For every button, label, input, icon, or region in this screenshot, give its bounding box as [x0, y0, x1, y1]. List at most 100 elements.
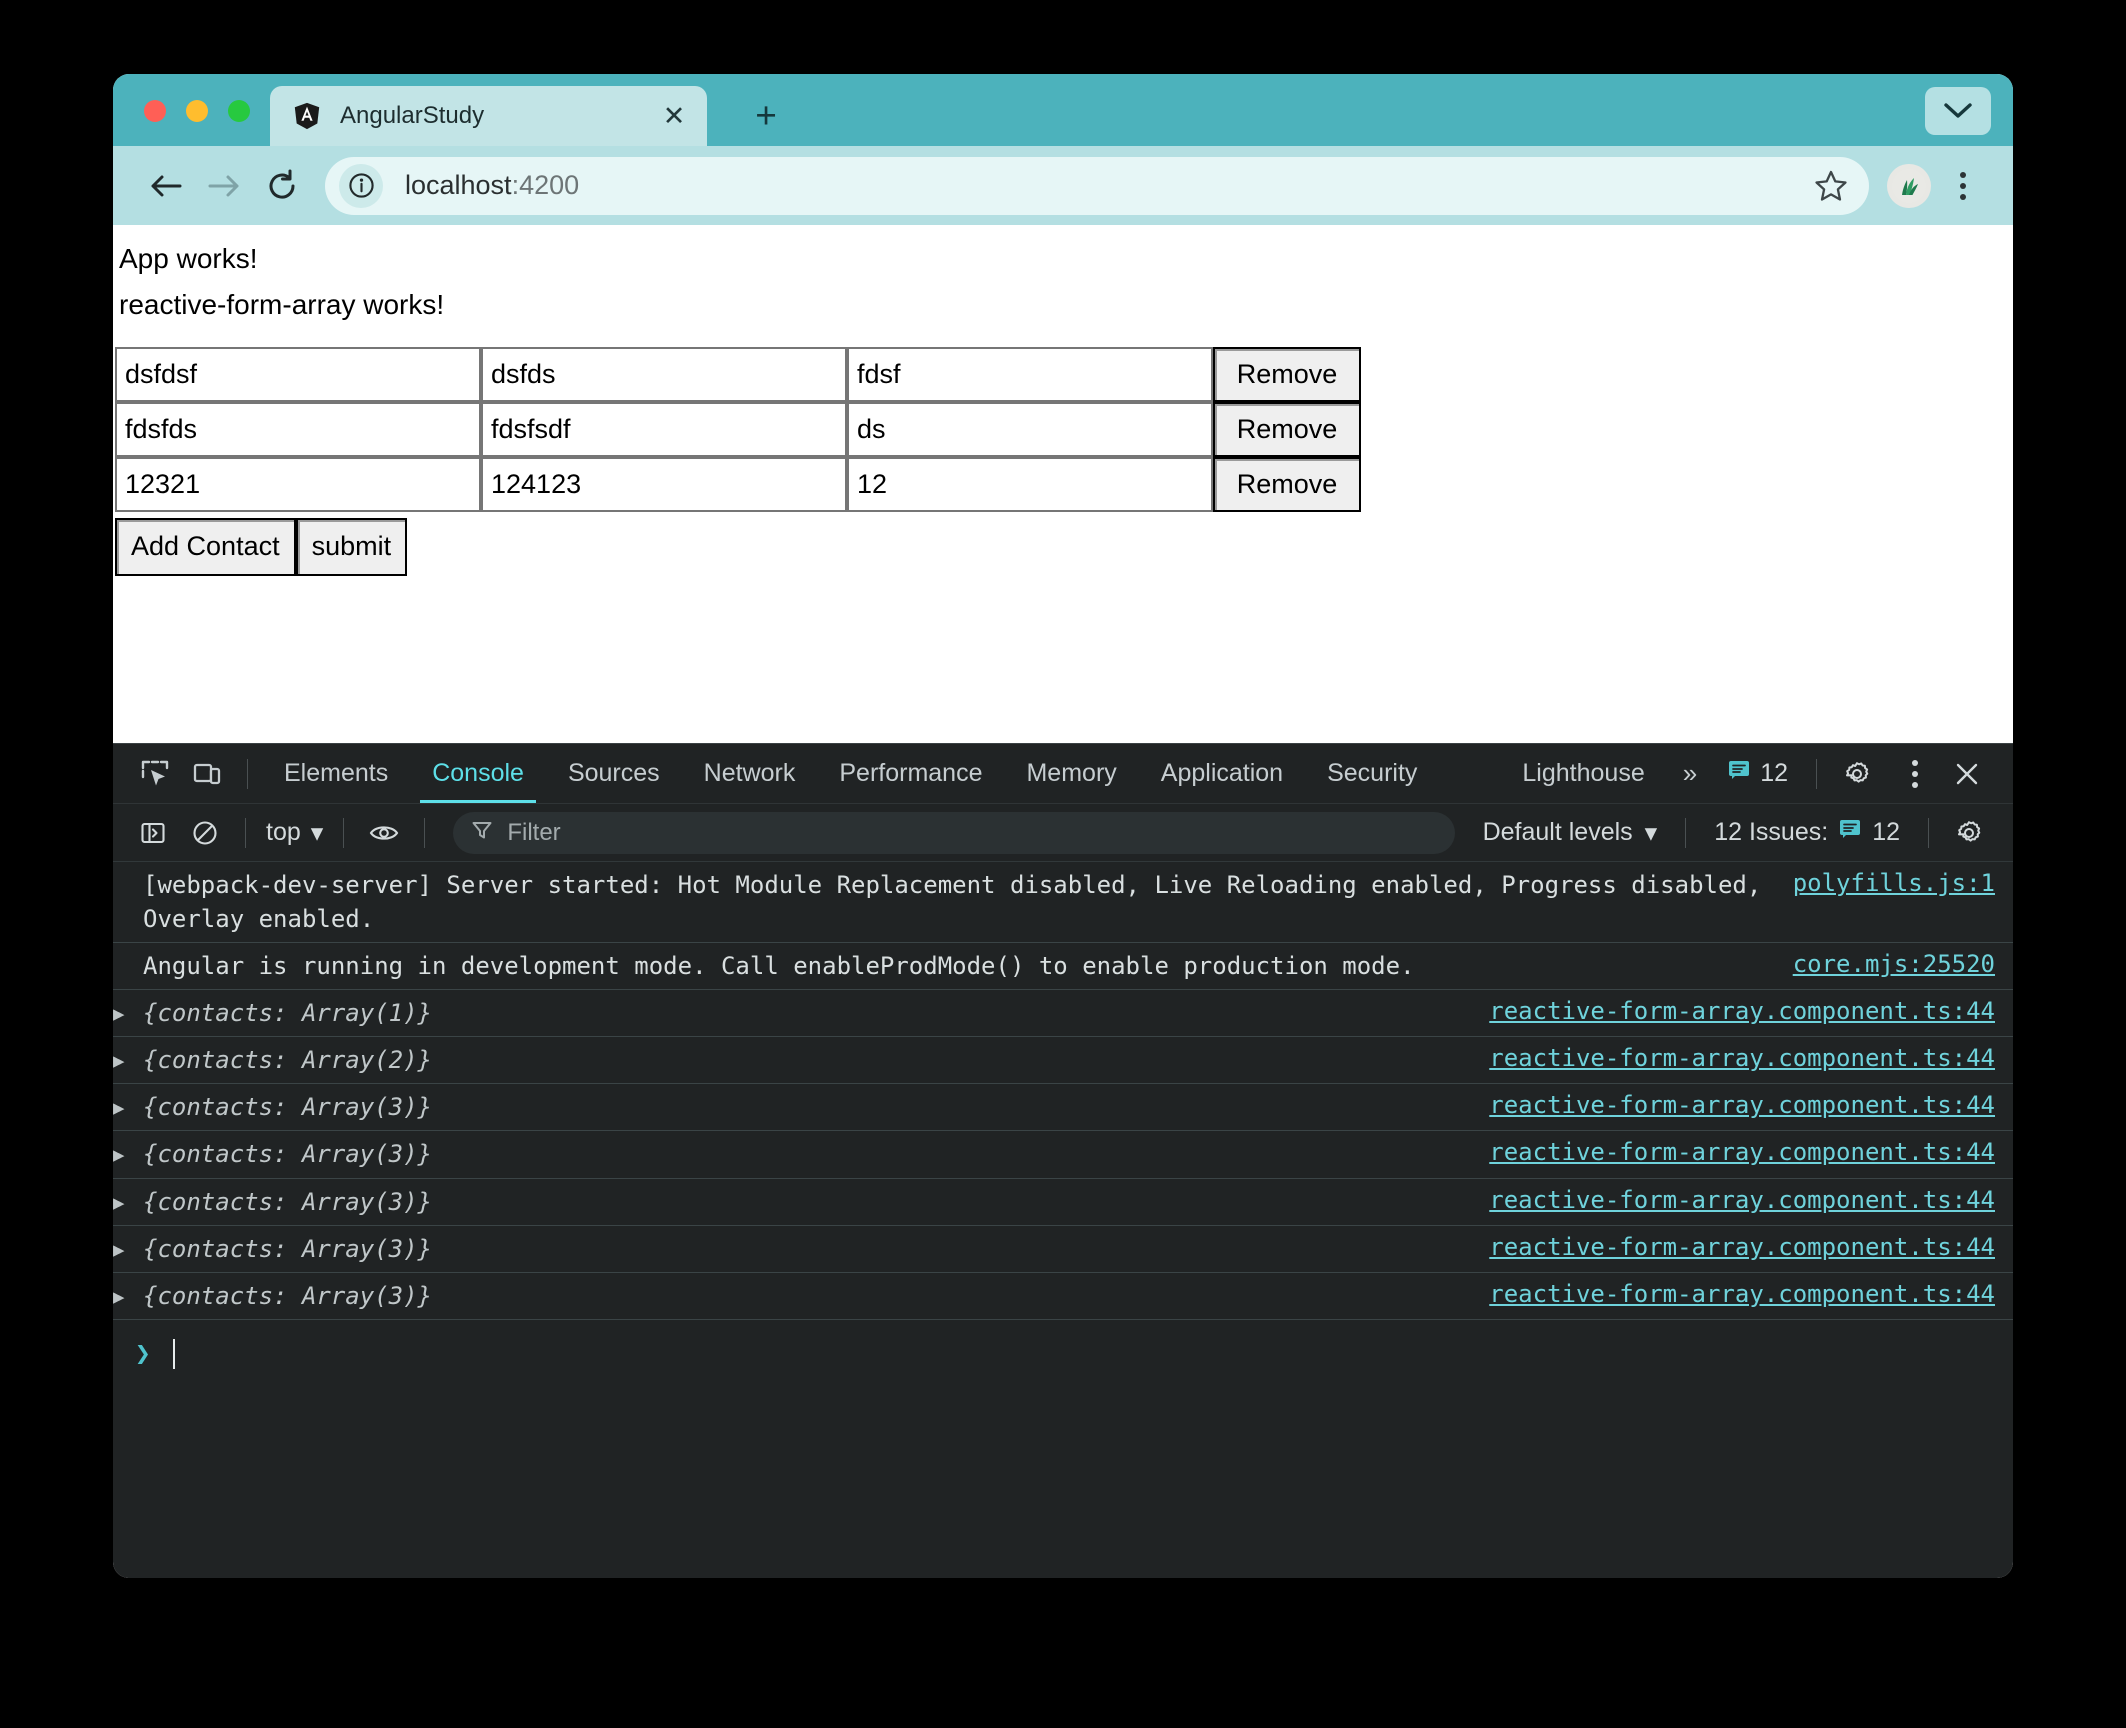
chevron-down-icon: [1943, 102, 1973, 120]
close-window-button[interactable]: [144, 100, 166, 122]
reload-icon: [265, 169, 299, 203]
filter-placeholder: Filter: [507, 819, 560, 847]
devtools-more-options-button[interactable]: [1889, 748, 1941, 800]
gear-icon[interactable]: [1831, 751, 1883, 797]
contact-field-third[interactable]: [847, 402, 1213, 457]
clear-console-icon[interactable]: [179, 810, 231, 856]
console-message-text: {contacts: Array(2)}: [139, 1043, 1465, 1077]
console-sidebar-icon[interactable]: [127, 810, 179, 856]
tab-console[interactable]: Console: [410, 745, 546, 803]
tab-lighthouse[interactable]: Lighthouse: [1500, 745, 1666, 803]
text-caret: [173, 1339, 175, 1369]
log-levels-label: Default levels: [1483, 818, 1633, 847]
console-prompt[interactable]: ❯: [113, 1320, 2013, 1376]
prompt-chevron-icon: ❯: [135, 1339, 173, 1369]
issues-icon: [1838, 817, 1862, 848]
contact-field-first[interactable]: [115, 402, 481, 457]
console-message-text: {contacts: Array(3)}: [139, 1232, 1465, 1266]
console-message-text: Angular is running in development mode. …: [139, 949, 1769, 983]
console-message[interactable]: ▶ {contacts: Array(3)} reactive-form-arr…: [113, 1226, 2013, 1273]
remove-button[interactable]: Remove: [1213, 347, 1361, 402]
console-message[interactable]: ▶ {contacts: Array(3)} reactive-form-arr…: [113, 1131, 2013, 1178]
tab-sources[interactable]: Sources: [546, 745, 682, 803]
browser-tab[interactable]: AngularStudy ✕: [270, 86, 707, 146]
browser-menu-button[interactable]: [1937, 160, 1989, 212]
filter-input[interactable]: Filter: [453, 812, 1454, 854]
console-message[interactable]: ▶ {contacts: Array(3)} reactive-form-arr…: [113, 1273, 2013, 1320]
filter-icon: [471, 819, 493, 846]
tab-memory[interactable]: Memory: [1004, 745, 1138, 803]
remove-button[interactable]: Remove: [1213, 457, 1361, 512]
eye-icon[interactable]: [358, 810, 410, 856]
info-circle-icon[interactable]: [339, 164, 383, 208]
log-levels-selector[interactable]: Default levels ▾: [1469, 818, 1672, 848]
console-message-text: {contacts: Array(3)}: [139, 1090, 1465, 1124]
expand-triangle-icon[interactable]: ▶: [113, 996, 139, 1029]
tab-network[interactable]: Network: [682, 745, 818, 803]
tab-security[interactable]: Security: [1305, 745, 1439, 803]
contact-field-second[interactable]: [481, 402, 847, 457]
tab-performance[interactable]: Performance: [817, 745, 1004, 803]
tab-elements[interactable]: Elements: [262, 745, 410, 803]
console-settings-gear-icon[interactable]: [1943, 810, 1995, 856]
contact-field-first[interactable]: [115, 347, 481, 402]
profile-avatar-icon[interactable]: [1887, 164, 1931, 208]
address-bar[interactable]: localhost:4200: [325, 157, 1869, 215]
expand-triangle-icon[interactable]: ▶: [113, 1185, 139, 1218]
arrow-right-icon: [206, 171, 242, 201]
console-message-source[interactable]: reactive-form-array.component.ts:44: [1489, 1090, 1995, 1119]
expand-triangle-icon[interactable]: ▶: [113, 1279, 139, 1312]
inspect-element-icon[interactable]: [129, 751, 181, 797]
expand-triangle-icon[interactable]: ▶: [113, 1232, 139, 1265]
execution-context-selector[interactable]: top ▾: [260, 818, 329, 848]
forward-button[interactable]: [195, 157, 253, 215]
contact-field-third[interactable]: [847, 457, 1213, 512]
contact-field-third[interactable]: [847, 347, 1213, 402]
caret-down-icon: ▾: [311, 818, 324, 848]
add-contact-button[interactable]: Add Contact: [115, 518, 296, 576]
console-message-source[interactable]: reactive-form-array.component.ts:44: [1489, 1137, 1995, 1166]
console-issues-count: 12: [1872, 818, 1900, 847]
console-message[interactable]: Angular is running in development mode. …: [113, 943, 2013, 990]
contact-field-second[interactable]: [481, 457, 847, 512]
tab-search-button[interactable]: [1925, 87, 1991, 135]
console-message-source[interactable]: reactive-form-array.component.ts:44: [1489, 1232, 1995, 1261]
tab-application[interactable]: Application: [1139, 745, 1305, 803]
star-icon[interactable]: [1807, 162, 1855, 210]
new-tab-button[interactable]: +: [743, 92, 789, 138]
console-issues-link[interactable]: 12 Issues: 12: [1700, 817, 1914, 848]
contact-field-second[interactable]: [481, 347, 847, 402]
minimize-window-button[interactable]: [186, 100, 208, 122]
expand-triangle-icon[interactable]: ▶: [113, 1043, 139, 1076]
console-message-source[interactable]: core.mjs:25520: [1793, 949, 1995, 978]
close-devtools-icon[interactable]: [1941, 751, 1993, 797]
device-toolbar-icon[interactable]: [181, 751, 233, 797]
issues-badge[interactable]: 12: [1713, 758, 1802, 789]
maximize-window-button[interactable]: [228, 100, 250, 122]
expand-triangle-icon[interactable]: ▶: [113, 1137, 139, 1170]
submit-button[interactable]: submit: [296, 518, 408, 576]
console-message-source[interactable]: reactive-form-array.component.ts:44: [1489, 1279, 1995, 1308]
console-message[interactable]: ▶ {contacts: Array(3)} reactive-form-arr…: [113, 1179, 2013, 1226]
console-message-source[interactable]: reactive-form-array.component.ts:44: [1489, 1185, 1995, 1214]
double-chevron-right-icon[interactable]: »: [1667, 758, 1713, 789]
url-port: :4200: [512, 170, 580, 200]
console-message[interactable]: [webpack-dev-server] Server started: Hot…: [113, 862, 2013, 943]
back-button[interactable]: [137, 157, 195, 215]
contact-field-first[interactable]: [115, 457, 481, 512]
close-icon[interactable]: ✕: [657, 99, 691, 133]
arrow-left-icon: [148, 171, 184, 201]
console-message-source[interactable]: reactive-form-array.component.ts:44: [1489, 996, 1995, 1025]
console-message[interactable]: ▶ {contacts: Array(3)} reactive-form-arr…: [113, 1084, 2013, 1131]
divider: [424, 818, 425, 848]
console-message[interactable]: ▶ {contacts: Array(2)} reactive-form-arr…: [113, 1037, 2013, 1084]
expand-triangle-icon[interactable]: ▶: [113, 1090, 139, 1123]
console-message[interactable]: ▶ {contacts: Array(1)} reactive-form-arr…: [113, 990, 2013, 1037]
browser-window: AngularStudy ✕ +: [113, 74, 2013, 1578]
console-message-source[interactable]: reactive-form-array.component.ts:44: [1489, 1043, 1995, 1072]
console-issues-label: 12 Issues:: [1714, 818, 1828, 847]
reload-button[interactable]: [253, 157, 311, 215]
component-works-text: reactive-form-array works!: [117, 285, 2013, 325]
console-message-source[interactable]: polyfills.js:1: [1793, 868, 1995, 897]
remove-button[interactable]: Remove: [1213, 402, 1361, 457]
